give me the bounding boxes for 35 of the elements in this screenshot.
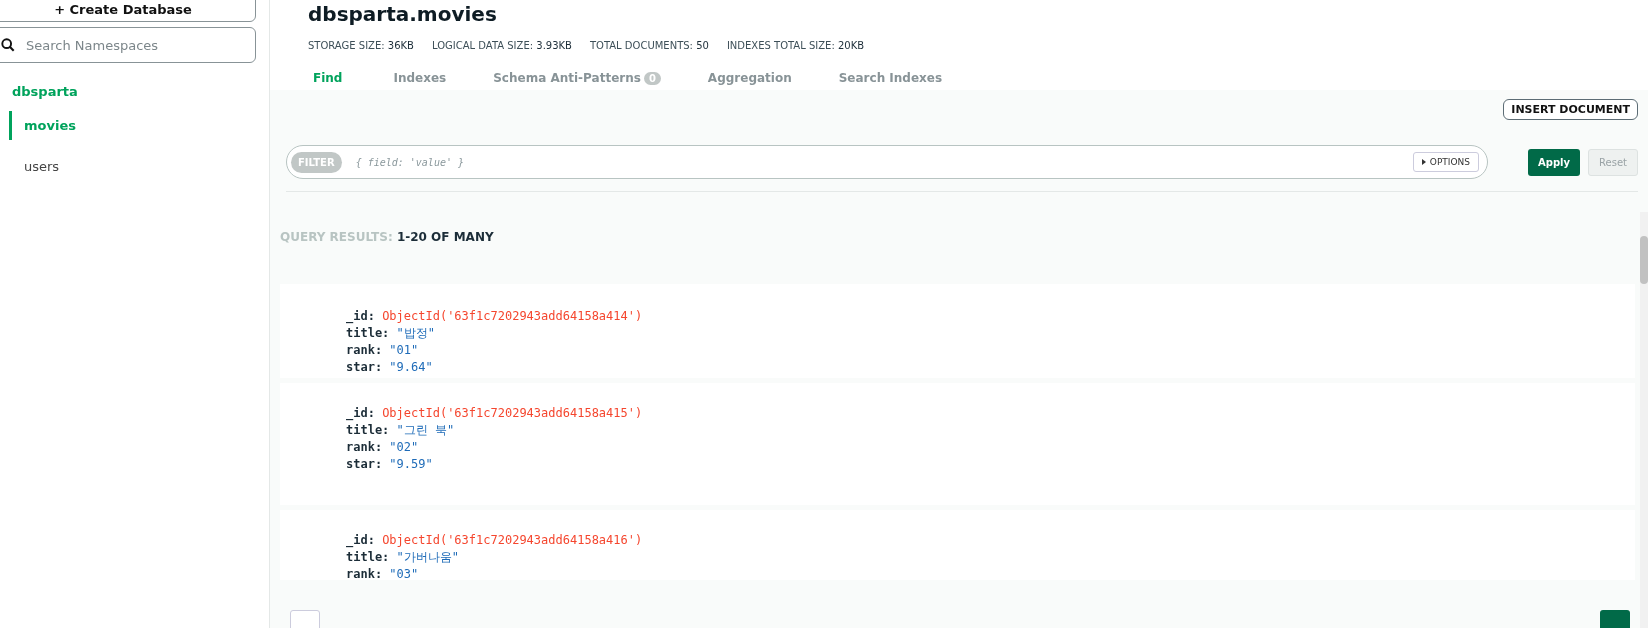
options-button[interactable]: OPTIONS [1412,152,1480,172]
stat-text: TOTAL DOCUMENTS: 50 [589,40,709,51]
document-field: title: "그린 북" [346,422,1635,439]
search-input[interactable]: Search Namespaces [24,36,255,54]
stat-text: STORAGE SIZE: 36KB [308,40,414,51]
document-card[interactable]: _id: ObjectId('63f1c7202943add64158a414') title: "밥정" rank: "01" star: "9.64" [280,284,1635,378]
document-field: _id: ObjectId('63f1c7202943add64158a416') [346,532,1635,549]
filter-input[interactable]: { field: 'value' } [353,155,1401,169]
search-icon [1,38,15,52]
document-field: rank: "02" [346,439,1635,456]
filter-label: FILTER [291,151,342,173]
document-card[interactable]: _id: ObjectId('63f1c7202943add64158a415') title: "그린 북" rank: "02" star: "9.59" [280,383,1635,505]
collection-item[interactable]: users [9,152,60,181]
document-field: _id: ObjectId('63f1c7202943add64158a414') [346,308,1635,325]
scrollbar[interactable] [1640,212,1648,628]
document-field: _id: ObjectId('63f1c7202943add64158a415') [346,405,1635,422]
document-card[interactable]: _id: ObjectId('63f1c7202943add64158a416') title: "가버나움" rank: "03" [280,510,1635,580]
scrollbar-thumb[interactable] [1640,236,1648,284]
stat-text: INDEXES TOTAL SIZE: 20KB [726,40,865,51]
insert-document-button[interactable]: INSERT DOCUMENT [1503,99,1638,120]
caret-icon [1421,159,1426,165]
document-field: star: "9.59" [346,456,1635,473]
search-field[interactable]: Search Namespaces [0,27,256,63]
collection-title: dbsparta.movies [308,2,498,26]
document-field: rank: "01" [346,342,1635,359]
document-field: title: "밥정" [346,325,1635,342]
filter-field[interactable]: FILTER { field: 'value' } OPTIONS [286,145,1489,179]
document-field: rank: "03" [346,566,1635,580]
apply-button[interactable]: Apply [1528,148,1581,176]
document-field: title: "가버나움" [346,549,1635,566]
stat-text: LOGICAL DATA SIZE: 3.93KB [431,40,572,51]
document-field: star: "9.64" [346,359,1635,376]
count-badge: 0 [643,71,661,85]
create-database-button[interactable]: + Create Database [0,0,256,22]
query-results-heading: QUERY RESULTS: 1-20 OF MANY [280,230,495,244]
